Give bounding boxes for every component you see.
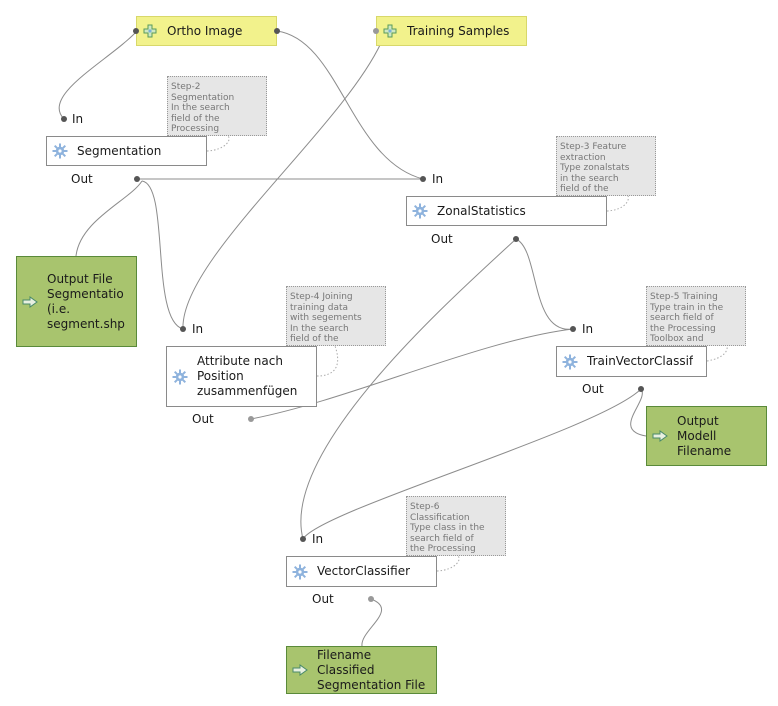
node-label: Output Modell Filename: [677, 413, 732, 458]
node-label: Output File Segmentatio (i.e. segment.sh…: [47, 271, 125, 331]
comment-step-5[interactable]: Step-5 Training Type train in the search…: [646, 286, 746, 346]
input-port-train[interactable]: [570, 326, 576, 332]
output-node-classified-file[interactable]: Filename Classified Segmentation File: [286, 646, 437, 694]
node-label: Filename Classified Segmentation File: [317, 647, 426, 692]
wire-segmentation-to-attrjoin: [141, 180, 184, 330]
gear-icon: [52, 143, 68, 159]
comment-link-2: [206, 135, 230, 152]
input-node-training-samples[interactable]: Training Samples: [376, 16, 527, 46]
comment-link-5: [706, 345, 728, 362]
node-label: TrainVectorClassif: [587, 354, 694, 368]
algorithm-node-zonalstatistics[interactable]: ZonalStatistics: [406, 196, 607, 226]
port-label-in: In: [582, 322, 594, 336]
model-designer-canvas[interactable]: Step-2 Segmentation In the search field …: [0, 0, 778, 706]
node-label: ZonalStatistics: [437, 203, 526, 218]
gear-icon: [292, 564, 308, 580]
output-port-segmentation[interactable]: [134, 176, 140, 182]
node-label: Attribute nach Position zusammenfügen: [197, 354, 298, 398]
output-port-training[interactable]: [373, 28, 379, 34]
output-arrow-icon: [292, 662, 308, 678]
wire-segmentation-to-output: [75, 180, 143, 257]
wire-zonalstats-to-train: [515, 238, 574, 330]
port-label-in: In: [312, 532, 324, 546]
wire-ortho-to-segmentation: [58, 30, 138, 120]
port-label-in: In: [432, 172, 444, 186]
output-node-segmentation-file[interactable]: Output File Segmentatio (i.e. segment.sh…: [16, 256, 137, 347]
gear-icon: [562, 354, 578, 370]
algorithm-node-trainvectorclassifier[interactable]: TrainVectorClassif: [556, 346, 707, 377]
output-port-classifier[interactable]: [368, 596, 374, 602]
port-label-out: Out: [71, 172, 93, 186]
output-arrow-icon: [22, 294, 38, 310]
output-port-ortho-right[interactable]: [274, 28, 280, 34]
port-label-out: Out: [431, 232, 453, 246]
input-port-classifier[interactable]: [300, 536, 306, 542]
input-port-attrjoin[interactable]: [180, 326, 186, 332]
wire-train-to-output: [630, 388, 647, 437]
port-label-in: In: [192, 322, 204, 336]
input-port-zonalstats[interactable]: [420, 176, 426, 182]
node-label: Segmentation: [77, 143, 162, 158]
algorithm-node-attribute-join[interactable]: Attribute nach Position zusammenfügen: [166, 346, 317, 407]
node-label: Ortho Image: [167, 23, 243, 38]
port-label-in: In: [72, 112, 84, 126]
comment-link-4: [316, 345, 339, 377]
node-label: Training Samples: [407, 23, 510, 38]
wire-classifier-to-output: [361, 598, 382, 647]
output-port-ortho[interactable]: [133, 28, 139, 34]
output-port-zonalstats[interactable]: [513, 236, 519, 242]
output-port-train[interactable]: [638, 386, 644, 392]
comment-link-6: [436, 555, 460, 572]
output-arrow-icon: [652, 428, 668, 444]
comment-link-3: [606, 195, 629, 212]
comment-step-3[interactable]: Step-3 Feature extraction Type zonalstat…: [556, 136, 656, 196]
wire-ortho-to-zonalstats: [276, 30, 424, 180]
port-label-out: Out: [192, 412, 214, 426]
add-input-icon: [382, 23, 398, 39]
node-label: VectorClassifier: [317, 564, 411, 578]
output-node-model-file[interactable]: Output Modell Filename: [646, 406, 767, 466]
port-label-out: Out: [582, 382, 604, 396]
comment-step-4[interactable]: Step-4 Joining training data with segeme…: [286, 286, 386, 346]
comment-step-6[interactable]: Step-6 Classification Type class in the …: [406, 496, 506, 556]
port-label-out: Out: [312, 592, 334, 606]
algorithm-node-vectorclassifier[interactable]: VectorClassifier: [286, 556, 437, 587]
add-input-icon: [142, 23, 158, 39]
gear-icon: [412, 203, 428, 219]
input-node-ortho-image[interactable]: Ortho Image: [136, 16, 277, 46]
wire-zonalstats-to-classifier: [300, 238, 517, 540]
gear-icon: [172, 369, 188, 385]
output-port-attrjoin[interactable]: [248, 416, 254, 422]
algorithm-node-segmentation[interactable]: Segmentation: [46, 136, 207, 166]
comment-step-2[interactable]: Step-2 Segmentation In the search field …: [167, 76, 267, 136]
input-port-segmentation[interactable]: [61, 116, 67, 122]
